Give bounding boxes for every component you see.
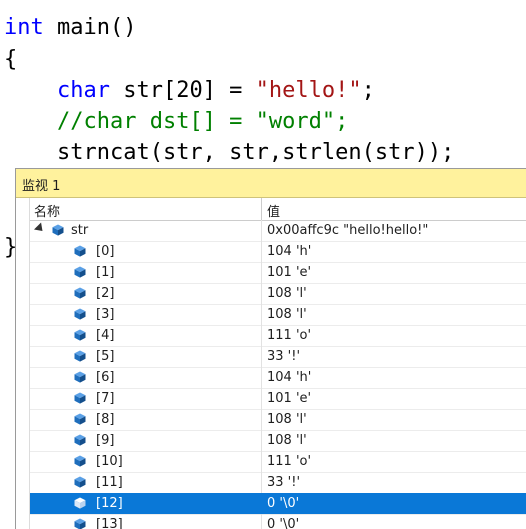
row-divider [261, 493, 262, 514]
watch-row[interactable]: [5] 33 '!' [30, 346, 526, 368]
watch-row-name: [6] [96, 370, 115, 385]
watch-row-name: [12] [96, 496, 123, 511]
code-line-2: { [4, 47, 18, 72]
code-line-5: strncat(str, str,strlen(str)); [4, 137, 454, 168]
watch-row-value[interactable]: 0x00affc9c "hello!hello!" [267, 223, 428, 238]
row-divider [261, 283, 262, 304]
row-divider [261, 220, 262, 241]
code-line-3: char str[20] = "hello!"; [4, 75, 375, 106]
row-divider [261, 430, 262, 451]
column-header-value[interactable]: 值 [267, 201, 280, 220]
watch-row-value[interactable]: 0 '\0' [267, 517, 299, 529]
column-divider[interactable] [261, 198, 262, 220]
watch-row-value[interactable]: 0 '\0' [267, 496, 299, 511]
row-divider [261, 472, 262, 493]
watch-row-name: [2] [96, 286, 115, 301]
variable-cube-icon [74, 455, 86, 467]
watch-window[interactable]: 监视 1 名称 值 str 0x00affc9c "hello!hello!" … [15, 168, 526, 529]
watch-row-value[interactable]: 111 'o' [267, 454, 311, 469]
row-divider [261, 409, 262, 430]
watch-row-value[interactable]: 101 'e' [267, 391, 311, 406]
variable-cube-icon [74, 497, 86, 509]
row-divider [261, 304, 262, 325]
watch-title: 监视 1 [22, 179, 61, 194]
watch-row-name: [3] [96, 307, 115, 322]
watch-row[interactable]: [10] 111 'o' [30, 451, 526, 473]
watch-row-value[interactable]: 108 'l' [267, 286, 307, 301]
keyword: char [56, 78, 110, 103]
watch-header: 名称 值 [30, 198, 526, 221]
collapse-arrow-icon[interactable] [33, 222, 47, 235]
comment: //char dst[] = "word"; [56, 109, 349, 134]
watch-row-value[interactable]: 104 'h' [267, 370, 311, 385]
code-text: main() [43, 15, 137, 40]
variable-cube-icon [74, 245, 86, 257]
watch-row-name: [10] [96, 454, 123, 469]
variable-cube-icon [74, 329, 86, 341]
row-divider [261, 241, 262, 262]
watch-row-name: [5] [96, 349, 115, 364]
watch-row[interactable]: [12] 0 '\0' [30, 493, 526, 515]
watch-row[interactable]: [8] 108 'l' [30, 409, 526, 431]
watch-row[interactable]: [3] 108 'l' [30, 304, 526, 326]
variable-cube-icon [74, 287, 86, 299]
watch-row-value[interactable]: 33 '!' [267, 475, 300, 490]
watch-title-bar[interactable]: 监视 1 [16, 169, 526, 198]
watch-row-name: [11] [96, 475, 123, 490]
watch-row[interactable]: [7] 101 'e' [30, 388, 526, 410]
watch-row-value[interactable]: 108 'l' [267, 307, 307, 322]
variable-cube-icon [74, 308, 86, 320]
watch-row-value[interactable]: 101 'e' [267, 265, 311, 280]
watch-row[interactable]: [6] 104 'h' [30, 367, 526, 389]
column-header-name[interactable]: 名称 [34, 201, 60, 220]
code-text: ; [361, 78, 375, 103]
string-literal: "hello!" [255, 78, 362, 103]
row-divider [261, 514, 262, 529]
watch-grid[interactable]: 名称 值 str 0x00affc9c "hello!hello!" [0] 10… [16, 198, 526, 529]
row-divider [261, 346, 262, 367]
code-text: str[20] = [109, 78, 256, 103]
row-divider [261, 451, 262, 472]
variable-cube-icon [74, 392, 86, 404]
watch-row-name: str [71, 223, 89, 238]
variable-cube-icon [74, 518, 86, 529]
watch-row-value[interactable]: 108 'l' [267, 433, 307, 448]
watch-row-name: [1] [96, 265, 115, 280]
watch-row-name: [4] [96, 328, 115, 343]
watch-row[interactable]: [1] 101 'e' [30, 262, 526, 284]
row-divider [261, 367, 262, 388]
variable-cube-icon [74, 266, 86, 278]
variable-cube-icon [74, 371, 86, 383]
watch-row[interactable]: [0] 104 'h' [30, 241, 526, 263]
watch-row[interactable]: [9] 108 'l' [30, 430, 526, 452]
variable-cube-icon [74, 350, 86, 362]
watch-row[interactable]: [4] 111 'o' [30, 325, 526, 347]
row-divider [261, 388, 262, 409]
watch-row-name: [0] [96, 244, 115, 259]
code-line-4: //char dst[] = "word"; [4, 106, 348, 137]
watch-row-value[interactable]: 33 '!' [267, 349, 300, 364]
variable-cube-icon [74, 476, 86, 488]
watch-row-name: [9] [96, 433, 115, 448]
code-line-1: int main() [4, 12, 136, 43]
code-text: strncat(str, str,strlen(str)); [56, 140, 455, 165]
watch-row-name: [13] [96, 517, 123, 529]
watch-row-value[interactable]: 111 'o' [267, 328, 311, 343]
variable-cube-icon [52, 224, 64, 236]
watch-row-name: [8] [96, 412, 115, 427]
keyword: int [4, 15, 44, 40]
watch-row[interactable]: [13] 0 '\0' [30, 514, 526, 529]
watch-row-str[interactable]: str 0x00affc9c "hello!hello!" [30, 220, 526, 242]
watch-row-value[interactable]: 104 'h' [267, 244, 311, 259]
watch-gutter [16, 198, 30, 529]
variable-cube-icon [74, 434, 86, 446]
row-divider [261, 325, 262, 346]
watch-row-name: [7] [96, 391, 115, 406]
row-divider [261, 262, 262, 283]
watch-row[interactable]: [2] 108 'l' [30, 283, 526, 305]
variable-cube-icon [74, 413, 86, 425]
watch-row[interactable]: [11] 33 '!' [30, 472, 526, 494]
watch-row-value[interactable]: 108 'l' [267, 412, 307, 427]
